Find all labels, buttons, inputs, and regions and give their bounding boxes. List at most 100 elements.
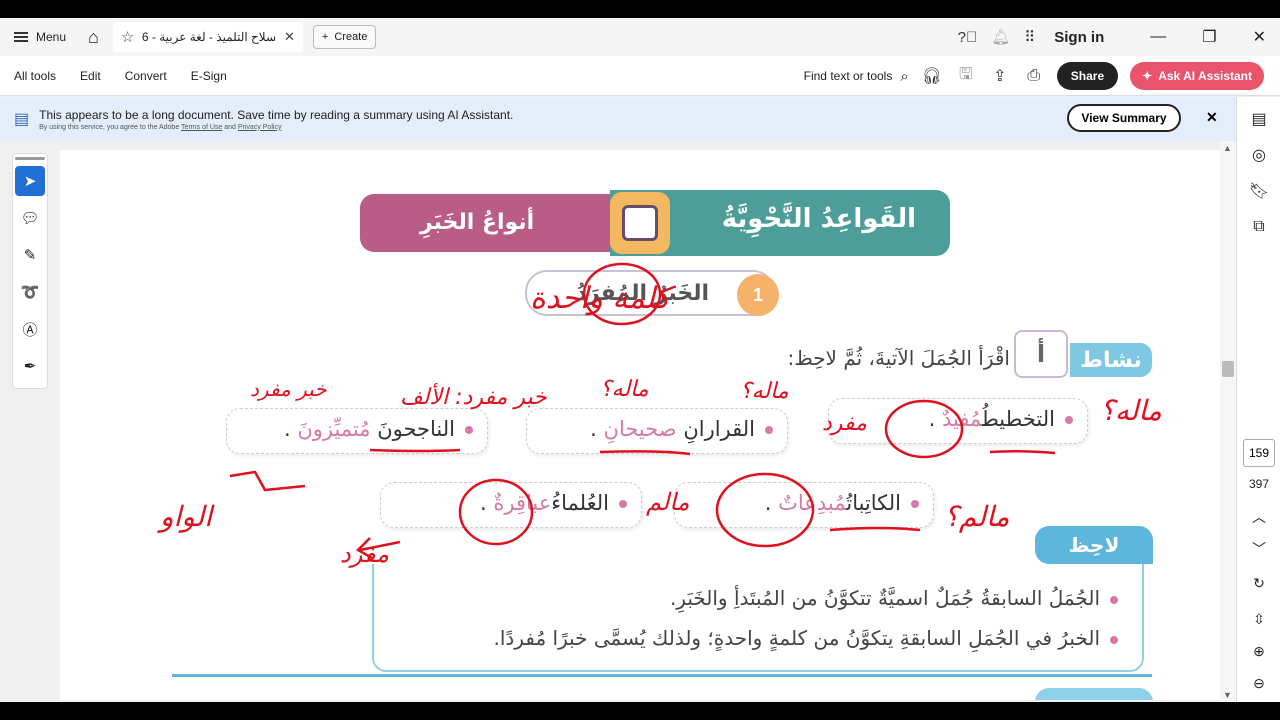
ink-note: ماله؟ — [600, 377, 649, 402]
minimize-icon[interactable]: — — [1150, 28, 1166, 46]
ask-ai-assistant-button[interactable]: ✦ Ask AI Assistant — [1130, 62, 1264, 90]
lesson-header: أنواعُ الخَبَرِ القَواعِدُ النَّحْوِيَّة… — [360, 190, 950, 256]
scroll-thumb[interactable] — [1222, 361, 1234, 377]
right-side-rail: ▤ ◎ 🔖︎ ⧉ 159 397 ︿ ﹀ ↻ ⇳ ⊕ ⊖ — [1236, 97, 1280, 702]
scroll-up-icon[interactable]: ▲ — [1223, 143, 1232, 153]
note-label: لاحِظ — [1035, 526, 1153, 564]
read-aloud-icon[interactable]: 🎧︎ — [921, 66, 943, 86]
rotate-icon[interactable]: ↻ — [1237, 575, 1280, 592]
sentence-card: الكاتِباتُمُبدِعاتٌ . — [674, 482, 934, 528]
ink-underline — [829, 526, 921, 532]
close-window-icon[interactable]: ✕ — [1253, 27, 1266, 47]
bottom-letterbox — [0, 702, 1280, 720]
convert-menu[interactable]: Convert — [125, 69, 167, 83]
header-pink-band: أنواعُ الخَبَرِ — [360, 194, 650, 252]
vertical-scrollbar[interactable]: ▲ ▼ — [1220, 141, 1236, 702]
close-banner-icon[interactable]: ✕ — [1206, 109, 1218, 126]
ink-note: ماله؟ — [1100, 394, 1162, 427]
sentence-card: القرارانِ صحيحانِ . — [526, 408, 788, 454]
esign-menu[interactable]: E-Sign — [191, 69, 227, 83]
activity-instruction: اقْرَأ الجُمَلَ الآتيةَ، ثُمَّ لاحِظ: — [787, 346, 1010, 370]
grammar-book-icon — [610, 192, 670, 254]
save-icon[interactable]: 🖫 — [955, 63, 977, 90]
find-tools-button[interactable]: Find text or tools ⌕ — [804, 68, 909, 85]
star-icon[interactable]: ☆ — [121, 28, 134, 46]
print-icon[interactable]: ⎙ — [1023, 67, 1045, 85]
create-label: Create — [334, 31, 368, 43]
share-button[interactable]: Share — [1056, 62, 1119, 90]
apps-grid-icon[interactable]: ⠿ — [1024, 28, 1035, 46]
notification-bell-icon[interactable]: 🔔︎ — [991, 28, 1010, 46]
zoom-in-icon[interactable]: ⊕ — [1237, 643, 1280, 660]
ink-arrow — [229, 470, 306, 492]
view-summary-button[interactable]: View Summary — [1067, 104, 1181, 132]
legal-prefix: By using this service, you agree to the … — [39, 123, 180, 131]
bookmarks-panel-icon[interactable]: 🔖︎ — [1237, 173, 1280, 209]
section-divider — [172, 674, 1152, 677]
sentence: التخطيطُمُفيدٌ . — [929, 407, 1073, 431]
ai-summary-banner: ▤ This appears to be a long document. Sa… — [0, 97, 1236, 141]
text-box-icon[interactable]: Ⓐ — [15, 314, 45, 344]
note-line: الخبرُ في الجُمَلِ السابقةِ يتكوَّنُ من … — [493, 626, 1118, 650]
restore-icon[interactable]: ❐ — [1202, 27, 1216, 47]
activity-label: نشاط — [1070, 343, 1152, 377]
sentence: القرارانِ صحيحانِ . — [590, 417, 773, 441]
ai-summary-icon: ▤ — [14, 111, 30, 128]
zoom-out-icon[interactable]: ⊖ — [1237, 675, 1280, 692]
pages-panel-icon[interactable]: ⧉ — [1237, 209, 1280, 245]
lesson-title: القَواعِدُ النَّحْوِيَّةُ — [721, 204, 916, 234]
upload-cloud-icon[interactable]: ⇪ — [989, 66, 1011, 86]
find-label: Find text or tools — [803, 69, 893, 83]
annotation-tool-rail: ➤ 💬︎ ✎ ➰ Ⓐ ✒ — [12, 153, 48, 389]
page-number-input[interactable]: 159 — [1243, 439, 1275, 467]
ai-label: Ask AI Assistant — [1158, 69, 1252, 83]
next-page-icon[interactable]: ﹀ — [1237, 539, 1280, 559]
search-icon: ⌕ — [900, 67, 909, 85]
sentence-card: الناجحونَ مُتميِّزونَ . — [226, 408, 488, 454]
sign-pen-icon[interactable]: ✒ — [15, 351, 45, 381]
edit-menu[interactable]: Edit — [80, 69, 101, 83]
menu-label: Menu — [36, 30, 67, 44]
select-cursor-icon[interactable]: ➤ — [15, 166, 45, 196]
section-title: الخَبَرُ المُفرَدُ — [575, 281, 709, 306]
ink-underline — [989, 449, 1056, 455]
top-letterbox — [0, 0, 1280, 18]
sentence: العُلماءُعباقِرةٌ . — [480, 491, 627, 515]
freehand-draw-icon[interactable]: ➰ — [15, 277, 45, 307]
close-tab-icon[interactable]: ✕ — [284, 29, 295, 45]
ink-note: مالم؟ — [944, 500, 1010, 533]
rail-grip[interactable] — [15, 157, 45, 160]
sentence: الناجحونَ مُتميِّزونَ . — [284, 417, 473, 441]
create-button[interactable]: + Create — [312, 25, 377, 49]
section-number-badge: 1 — [737, 274, 779, 316]
ai-sparkle-icon: ✦ — [1142, 69, 1153, 83]
comments-panel-icon[interactable]: ◎ — [1237, 137, 1280, 173]
ink-note: خبر مفرد — [250, 377, 327, 401]
all-tools-menu[interactable]: All tools — [14, 69, 56, 83]
tab-bar: Menu ⌂ ☆ سلاح التلميذ - لغة عربية - 6 ا.… — [0, 18, 1280, 56]
highlight-pen-icon[interactable]: ✎ — [15, 240, 45, 270]
ai-assistant-panel-icon[interactable]: ▤ — [1237, 101, 1280, 137]
note-box: الجُمَلُ السابقةُ جُمَلٌ اسميَّةٌ تتكوَّ… — [372, 564, 1144, 672]
plus-icon: + — [321, 31, 329, 43]
sentence: الكاتِباتُمُبدِعاتٌ . — [765, 491, 919, 515]
ink-note: الواو — [157, 500, 215, 533]
banner-legal: By using this service, you agree to the … — [39, 124, 513, 131]
help-icon[interactable]: ?⃝ — [958, 29, 978, 46]
main-toolbar: All tools Edit Convert E-Sign Find text … — [0, 56, 1280, 96]
document-tab[interactable]: ☆ سلاح التلميذ - لغة عربية - 6 ا... ✕ — [112, 22, 303, 52]
terms-link[interactable]: Terms of Use — [181, 124, 222, 131]
pdf-page: أنواعُ الخَبَرِ القَواعِدُ النَّحْوِيَّة… — [60, 150, 1220, 700]
ink-note: خبر مفرد: الألف — [400, 383, 547, 410]
home-icon[interactable]: ⌂ — [88, 27, 99, 48]
menu-button[interactable]: Menu — [14, 30, 66, 44]
acrobat-window: Menu ⌂ ☆ سلاح التلميذ - لغة عربية - 6 ا.… — [0, 0, 1280, 720]
add-comment-icon[interactable]: 💬︎ — [15, 203, 45, 233]
fit-page-icon[interactable]: ⇳ — [1237, 611, 1280, 628]
sign-in-button[interactable]: Sign in — [1054, 29, 1104, 46]
sentence-card: العُلماءُعباقِرةٌ . — [380, 482, 642, 528]
privacy-link[interactable]: Privacy Policy — [238, 124, 282, 131]
lesson-subtitle: أنواعُ الخَبَرِ — [420, 210, 535, 235]
scroll-down-icon[interactable]: ▼ — [1223, 690, 1232, 700]
previous-page-icon[interactable]: ︿ — [1237, 507, 1280, 527]
